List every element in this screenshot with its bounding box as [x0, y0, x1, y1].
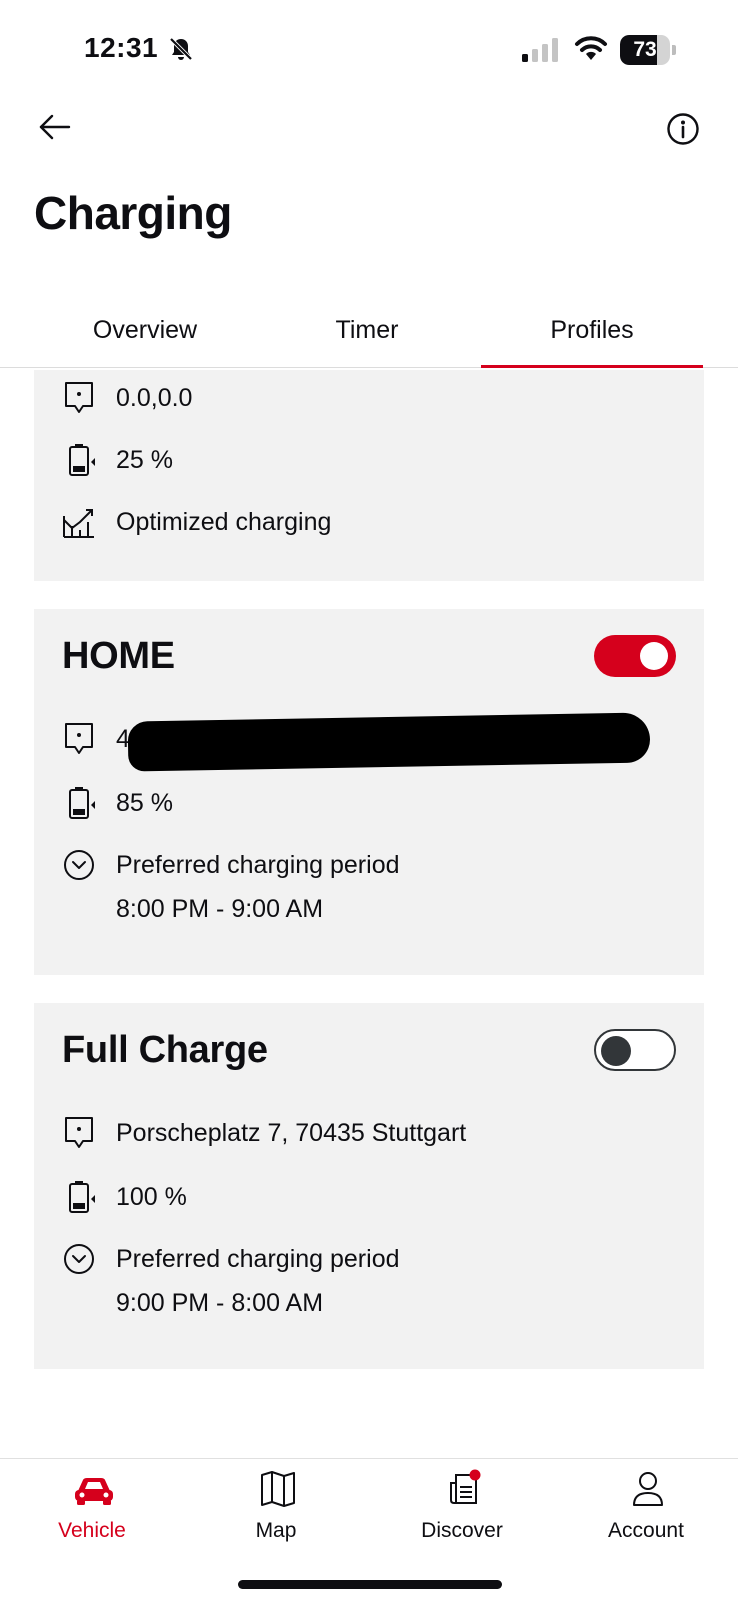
notification-dot [469, 1469, 481, 1481]
profile-period-label: Preferred charging period [116, 851, 400, 879]
tab-bar: Overview Timer Profiles [0, 300, 738, 368]
back-arrow-icon[interactable] [38, 112, 72, 142]
redaction-mark [127, 712, 651, 772]
profile-toggle-home[interactable] [594, 635, 676, 677]
location-pin-icon [65, 1117, 93, 1148]
profile-name: Full Charge [62, 1029, 268, 1071]
profile-target-charge: 25 % [116, 446, 173, 474]
nav-discover[interactable]: Discover [370, 1459, 554, 1569]
bottom-navigation: Vehicle Map Discover Account [0, 1458, 738, 1600]
profile-target-charge: 100 % [116, 1183, 187, 1211]
bell-muted-icon [169, 37, 193, 61]
tab-timer[interactable]: Timer [256, 300, 478, 368]
toggle-knob [601, 1036, 631, 1066]
nav-account[interactable]: Account [554, 1459, 738, 1569]
toggle-knob [640, 642, 668, 670]
location-pin-icon [65, 723, 93, 754]
nav-discover-label: Discover [421, 1519, 503, 1542]
optimized-charging-chart-icon [63, 509, 94, 538]
charging-profiles-screen: 12:31 73 Charging Overview Timer Profile… [0, 0, 738, 1600]
nav-account-label: Account [608, 1519, 684, 1542]
chevron-down-circle-icon [64, 1244, 94, 1274]
home-indicator[interactable] [238, 1580, 502, 1589]
battery-percentage: 73 [633, 38, 657, 61]
status-time: 12:31 [84, 32, 159, 63]
profile-period-label: Preferred charging period [116, 1245, 400, 1273]
info-icon[interactable] [666, 112, 700, 146]
nav-vehicle[interactable]: Vehicle [0, 1459, 184, 1569]
battery-charge-icon [69, 444, 95, 476]
discover-icon [450, 1469, 481, 1504]
tab-overview[interactable]: Overview [34, 300, 256, 368]
profile-location: Porscheplatz 7, 70435 Stuttgart [116, 1119, 467, 1147]
status-bar: 12:31 73 [0, 0, 738, 100]
profile-card-home[interactable]: HOME 4 85 % Preferred charging period 8:… [34, 609, 704, 975]
profile-period-time: 8:00 PM - 9:00 AM [116, 895, 324, 923]
nav-map-label: Map [255, 1519, 297, 1542]
account-icon [633, 1472, 663, 1506]
chevron-down-circle-icon [64, 850, 94, 880]
profile-card[interactable]: 0.0,0.0 25 % Optimized charging [34, 370, 704, 581]
nav-vehicle-label: Vehicle [58, 1519, 126, 1542]
car-icon [75, 1478, 113, 1505]
nav-map[interactable]: Map [184, 1459, 368, 1569]
profile-card-full-charge[interactable]: Full Charge Porscheplatz 7, 70435 Stuttg… [34, 1003, 704, 1369]
profile-name: HOME [62, 635, 175, 677]
profile-location: 0.0,0.0 [116, 384, 193, 412]
profile-charging-mode: Optimized charging [116, 508, 332, 536]
cellular-signal-icon [522, 38, 558, 62]
tab-profiles[interactable]: Profiles [481, 300, 703, 368]
map-icon [261, 1471, 295, 1507]
battery-charge-icon [69, 1181, 95, 1213]
page-title: Charging [34, 187, 232, 239]
profile-toggle-full-charge[interactable] [594, 1029, 676, 1071]
battery-status-icon: 73 [620, 35, 676, 65]
profile-target-charge: 85 % [116, 789, 173, 817]
location-pin-icon [65, 382, 93, 413]
wifi-icon [575, 36, 607, 60]
profile-period-time: 9:00 PM - 8:00 AM [116, 1289, 324, 1317]
battery-charge-icon [69, 787, 95, 819]
